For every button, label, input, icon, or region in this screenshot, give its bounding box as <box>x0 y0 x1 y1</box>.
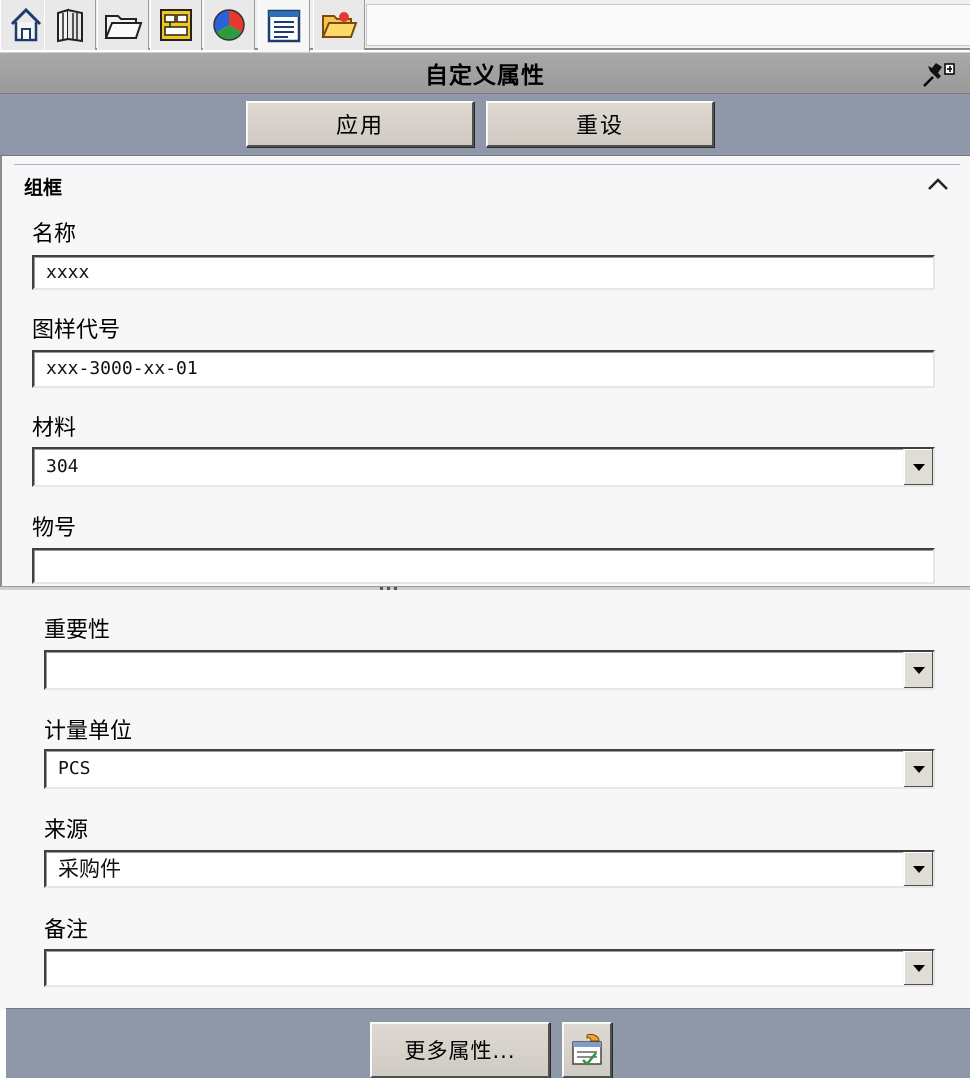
source-dropdown-arrow[interactable] <box>903 852 933 886</box>
more-properties-button[interactable]: 更多属性... <box>370 1022 550 1078</box>
property-tab-builder-button[interactable] <box>562 1022 612 1078</box>
pushpin-button[interactable] <box>920 61 956 89</box>
item-no-field[interactable] <box>32 548 935 584</box>
source-combo[interactable]: 采购件 <box>44 850 935 888</box>
group-divider-line <box>14 164 960 165</box>
panel-title-bar: 自定义属性 <box>0 52 970 94</box>
unit-label: 计量单位 <box>44 719 133 744</box>
material-combo[interactable]: 304 <box>32 447 935 487</box>
unit-dropdown-arrow[interactable] <box>903 751 933 787</box>
reset-button[interactable]: 重设 <box>486 101 714 147</box>
apply-button[interactable]: 应用 <box>246 101 474 147</box>
remark-dropdown-arrow[interactable] <box>903 951 933 985</box>
open-folder-icon <box>321 12 358 38</box>
item-no-label: 物号 <box>32 516 77 541</box>
chevron-up-icon[interactable] <box>926 176 950 192</box>
panel-tab-bar <box>0 0 970 52</box>
material-value: 304 <box>46 456 79 477</box>
importance-dropdown-arrow[interactable] <box>903 652 933 688</box>
importance-label: 重要性 <box>44 618 111 643</box>
drawing-no-label: 图样代号 <box>32 318 121 343</box>
chevron-down-icon <box>912 463 925 471</box>
pushpin-icon <box>923 63 955 87</box>
tab-display-manager[interactable] <box>203 0 255 50</box>
panel-title: 自定义属性 <box>425 63 545 89</box>
color-wheel-icon <box>213 9 245 41</box>
action-button-band <box>0 94 970 156</box>
drawing-no-field[interactable]: xxx-3000-xx-01 <box>32 350 935 388</box>
tab-bar-empty-area <box>366 4 970 46</box>
home-icon <box>10 7 42 42</box>
tab-dimxpert-manager[interactable] <box>150 0 202 50</box>
remark-label: 备注 <box>44 918 89 943</box>
dimension-icon <box>160 9 192 41</box>
importance-combo[interactable] <box>44 650 935 690</box>
name-field[interactable]: xxxx <box>32 255 935 290</box>
chevron-down-icon <box>912 666 925 674</box>
property-list-icon <box>267 9 301 43</box>
property-tab-builder-icon <box>572 1033 602 1066</box>
source-label: 来源 <box>44 818 89 843</box>
drawing-no-value: xxx-3000-xx-01 <box>46 358 198 379</box>
material-label: 材料 <box>32 416 77 441</box>
tab-property-manager[interactable] <box>44 0 96 50</box>
name-value: xxxx <box>46 261 90 283</box>
chevron-down-icon <box>912 865 925 873</box>
chevron-down-icon <box>912 765 925 773</box>
material-dropdown-arrow[interactable] <box>903 449 933 485</box>
source-value: 采购件 <box>58 856 121 881</box>
tab-open-folder[interactable] <box>313 0 365 50</box>
remark-combo[interactable] <box>44 949 935 987</box>
unit-combo[interactable]: PCS <box>44 749 935 789</box>
group-box-title: 组框 <box>24 177 63 199</box>
tab-custom-properties[interactable] <box>258 0 310 52</box>
tab-configuration-manager[interactable] <box>97 0 149 50</box>
books-icon <box>57 8 83 43</box>
chevron-down-icon <box>912 964 925 972</box>
name-label: 名称 <box>32 222 77 247</box>
unit-value: PCS <box>58 758 91 779</box>
folder-icon <box>104 15 143 39</box>
